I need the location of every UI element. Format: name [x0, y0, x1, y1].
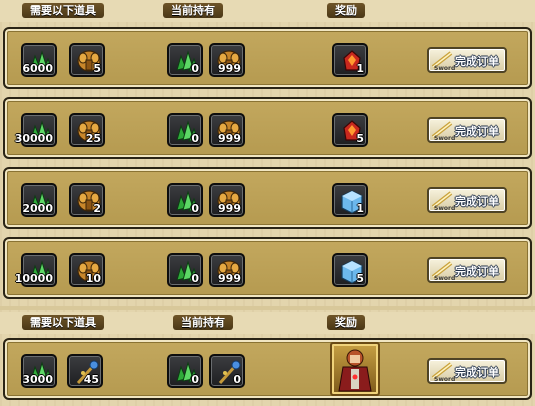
owned-item-slot[interactable]: 0	[167, 113, 203, 147]
header-have-label: 当前持有	[173, 315, 233, 330]
header-reward-label: 奖励	[327, 3, 365, 18]
complete-order-button[interactable]: 完成订单 Sword	[427, 358, 507, 384]
item-count: 6000	[22, 62, 53, 75]
item-count: 1	[356, 202, 364, 215]
owned-item-slot[interactable]: 0	[167, 354, 203, 388]
item-count: 0	[191, 202, 199, 215]
sword-tag: Sword	[434, 65, 456, 72]
complete-order-label: 完成订单	[455, 265, 499, 278]
required-item-slot[interactable]: 10000	[15, 253, 57, 287]
item-count: 0	[191, 272, 199, 285]
reward-slot[interactable]: 1	[332, 43, 368, 77]
required-item-slot[interactable]: 6000	[21, 43, 57, 77]
item-count: 45	[83, 373, 99, 386]
complete-order-button[interactable]: 完成订单 Sword	[427, 187, 507, 213]
owned-item-slot[interactable]: 999	[209, 183, 245, 217]
item-count: 1	[356, 62, 364, 75]
owned-item-slot[interactable]: 0	[167, 43, 203, 77]
header-need-label: 需要以下道具	[22, 3, 104, 18]
required-item-slot[interactable]: 30000	[15, 113, 57, 147]
item-count: 999	[218, 202, 241, 215]
required-item-slot[interactable]: 2000	[21, 183, 57, 217]
sword-tag: Sword	[434, 135, 456, 142]
header-bar-top: 需要以下道具 当前持有 奖励	[0, 0, 535, 22]
item-count: 2000	[22, 202, 53, 215]
owned-item-slot[interactable]: 0	[167, 183, 203, 217]
hero-portrait-icon	[338, 349, 372, 392]
header-reward-label: 奖励	[327, 315, 365, 330]
required-item-slot[interactable]: 45	[67, 354, 103, 388]
order-row: 3000 45 0 0 完成订单 Sword	[3, 338, 532, 400]
item-count: 999	[218, 62, 241, 75]
complete-order-label: 完成订单	[455, 125, 499, 138]
owned-item-slot[interactable]: 999	[209, 113, 245, 147]
order-row: 10000 10 0 999 5 完成订单 Sword	[3, 237, 532, 299]
item-count: 5	[356, 132, 364, 145]
owned-item-slot[interactable]: 0	[209, 354, 245, 388]
required-item-slot[interactable]: 10	[69, 253, 105, 287]
sword-tag: Sword	[434, 275, 456, 282]
complete-order-label: 完成订单	[455, 366, 499, 379]
item-count: 999	[218, 272, 241, 285]
complete-order-button[interactable]: 完成订单 Sword	[427, 117, 507, 143]
owned-item-slot[interactable]: 0	[167, 253, 203, 287]
required-item-slot[interactable]: 2	[69, 183, 105, 217]
item-count: 10	[85, 272, 101, 285]
sword-tag: Sword	[434, 376, 456, 383]
complete-order-button[interactable]: 完成订单 Sword	[427, 47, 507, 73]
header-have-label: 当前持有	[163, 3, 223, 18]
order-row: 30000 25 0 999 5 完成订单 Sword	[3, 97, 532, 159]
complete-order-button[interactable]: 完成订单 Sword	[427, 257, 507, 283]
item-count: 5	[356, 272, 364, 285]
item-count: 5	[93, 62, 101, 75]
sword-tag: Sword	[434, 205, 456, 212]
complete-order-label: 完成订单	[455, 195, 499, 208]
item-count: 25	[85, 132, 101, 145]
item-count: 30000	[14, 132, 53, 145]
required-item-slot[interactable]: 5	[69, 43, 105, 77]
item-count: 999	[218, 132, 241, 145]
reward-slot[interactable]: 5	[332, 253, 368, 287]
required-item-slot[interactable]: 3000	[21, 354, 57, 388]
item-count: 0	[191, 132, 199, 145]
order-row: 2000 2 0 999 1 完成订单 Sword	[3, 167, 532, 229]
item-count: 0	[191, 62, 199, 75]
reward-slot[interactable]	[330, 342, 380, 396]
item-count: 0	[191, 373, 199, 386]
order-row: 6000 5 0 999 1 完成订单 Sword	[3, 27, 532, 89]
header-need-label: 需要以下道具	[22, 315, 104, 330]
header-bar-bottom: 需要以下道具 当前持有 奖励	[0, 312, 535, 334]
reward-slot[interactable]: 5	[332, 113, 368, 147]
owned-item-slot[interactable]: 999	[209, 43, 245, 77]
complete-order-label: 完成订单	[455, 55, 499, 68]
reward-slot[interactable]: 1	[332, 183, 368, 217]
item-count: 3000	[22, 373, 53, 386]
item-count: 0	[233, 373, 241, 386]
required-item-slot[interactable]: 25	[69, 113, 105, 147]
item-count: 10000	[14, 272, 53, 285]
item-count: 2	[93, 202, 101, 215]
owned-item-slot[interactable]: 999	[209, 253, 245, 287]
